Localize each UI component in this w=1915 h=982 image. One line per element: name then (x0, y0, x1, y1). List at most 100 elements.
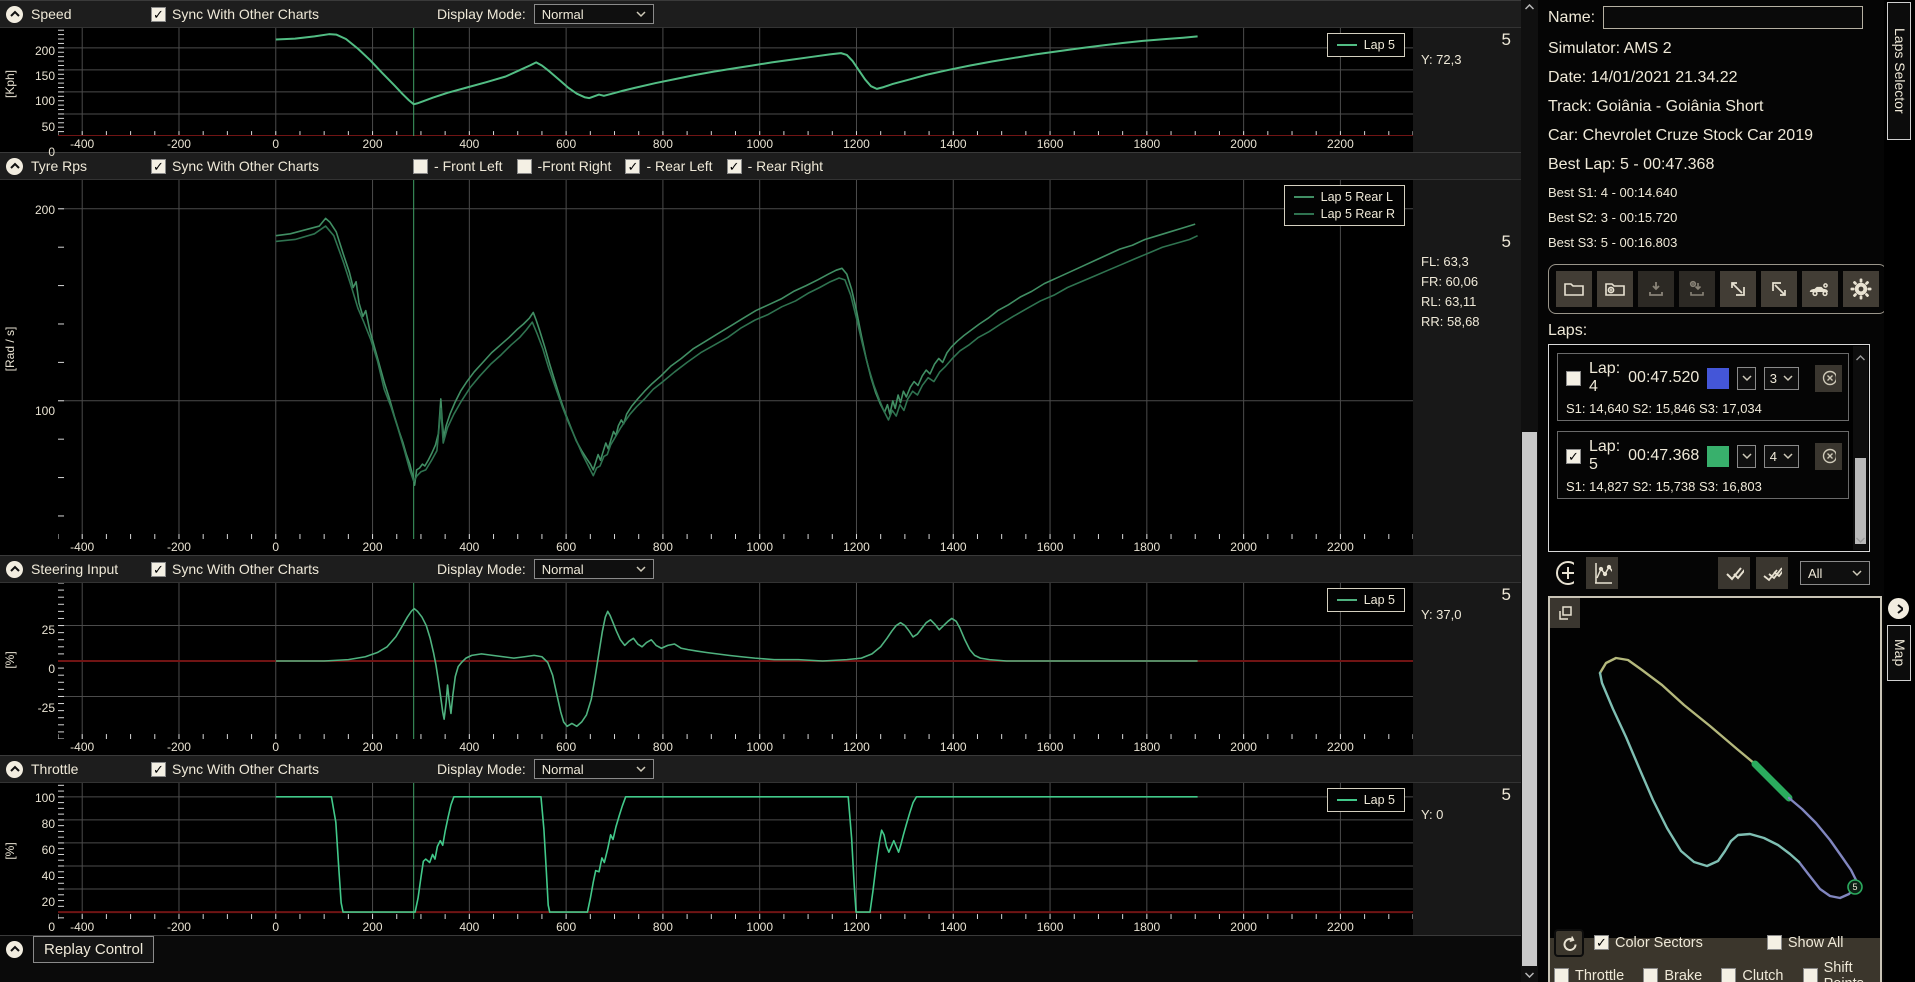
steering-display-mode-select[interactable]: Normal (534, 559, 654, 579)
collapse-throttle-icon[interactable] (6, 761, 23, 778)
brake-overlay-checkbox[interactable] (1643, 968, 1658, 982)
shift-points-checkbox[interactable] (1803, 968, 1818, 982)
x-tick-label: 600 (556, 740, 576, 754)
lap-delete-button[interactable] (1815, 365, 1842, 392)
tyre-rps-panel: Tyre Rps ✓ Sync With Other Charts - Fron… (0, 152, 1521, 555)
laps-list-scrollbar[interactable] (1853, 346, 1868, 550)
track-map[interactable]: 5 (1550, 598, 1880, 938)
sector-yellow (1600, 658, 1755, 764)
speed-display-mode-select[interactable]: Normal (534, 4, 654, 24)
collapse-replay-icon[interactable] (6, 941, 23, 958)
lap-delete-button[interactable] (1815, 443, 1842, 470)
lap-color-swatch[interactable] (1707, 446, 1729, 467)
wheel-checkbox-2[interactable]: ✓ (625, 159, 640, 174)
lap-label: Lap: 5 (1589, 438, 1620, 474)
replay-control-panel: Replay Control (0, 935, 1521, 982)
import-button-disabled (1638, 271, 1674, 307)
gear-icon (1849, 277, 1873, 301)
x-tick-label: 400 (459, 740, 479, 754)
legend-line-sample (1337, 599, 1357, 601)
map-reset-button[interactable] (1554, 929, 1584, 957)
tyre-chart[interactable]: Lap 5 Rear LLap 5 Rear R -400-2000200400… (58, 180, 1413, 555)
wheel-checkbox-1[interactable] (517, 159, 532, 174)
x-tick-label: 1400 (940, 740, 967, 754)
collapse-speed-icon[interactable] (6, 6, 23, 23)
wheel-checkbox-0[interactable] (413, 159, 428, 174)
legend-label: Lap 5 (1364, 38, 1395, 52)
y-tick-label: 40 (42, 869, 55, 883)
add-lap-button[interactable] (1548, 557, 1580, 589)
steering-panel: Steering Input ✓ Sync With Other Charts … (0, 555, 1521, 755)
scroll-down-icon[interactable] (1521, 968, 1538, 982)
open-folder-add-button[interactable] (1597, 271, 1633, 307)
steering-chart[interactable]: Lap 5 -400-20002004006008001000120014001… (58, 583, 1413, 755)
y-tick-label: 200 (35, 203, 55, 217)
main-scrollbar[interactable] (1521, 0, 1538, 982)
speed-chart[interactable]: Lap 5 -400-20002004006008001000120014001… (58, 28, 1413, 152)
throttle-sync-checkbox[interactable]: ✓ (151, 762, 166, 777)
throttle-sync-label: Sync With Other Charts (172, 761, 319, 777)
lap-offset-select[interactable]: 4 (1764, 445, 1799, 468)
map-panel: 5 ✓ Color Sectors Show All Throttle (1548, 596, 1882, 982)
lap-offset-select[interactable]: 3 (1764, 367, 1799, 390)
lap-color-swatch[interactable] (1707, 368, 1729, 389)
throttle-overlay-checkbox[interactable] (1554, 968, 1569, 982)
laps-scroll-down-icon[interactable] (1856, 530, 1865, 548)
scrollbar-thumb[interactable] (1522, 432, 1537, 966)
y-tick-label: 150 (35, 69, 55, 83)
laps-filter-select[interactable]: All (1800, 561, 1870, 585)
x-tick-label: 2000 (1230, 920, 1257, 934)
throttle-chart[interactable]: Lap 5 -400-20002004006008001000120014001… (58, 783, 1413, 935)
color-sectors-label: Color Sectors (1615, 935, 1703, 951)
lap-visible-checkbox[interactable]: ✓ (1566, 449, 1581, 464)
tab-laps-selector[interactable]: Laps Selector (1887, 2, 1911, 140)
throttle-lap-number: 5 (1421, 785, 1513, 805)
settings-button[interactable] (1843, 271, 1879, 307)
cursor-readout: FL: 63,3 (1421, 252, 1513, 272)
scroll-up-icon[interactable] (1521, 0, 1538, 14)
lap-visible-checkbox[interactable] (1566, 371, 1581, 386)
lap-color-dropdown[interactable] (1737, 367, 1755, 390)
check-all-laps-button[interactable] (1756, 557, 1788, 589)
collapse-steering-icon[interactable] (6, 561, 23, 578)
x-tick-label: 400 (459, 540, 479, 554)
name-input[interactable] (1603, 6, 1863, 29)
x-tick-label: -200 (167, 137, 191, 151)
x-tick-label: 800 (653, 540, 673, 554)
chart-options-button[interactable] (1586, 557, 1618, 589)
legend-line-sample (1294, 213, 1314, 215)
laps-scroll-up-icon[interactable] (1856, 348, 1865, 366)
import-selection-button[interactable] (1761, 271, 1797, 307)
throttle-panel: Throttle ✓ Sync With Other Charts Displa… (0, 755, 1521, 935)
map-collapse-button[interactable] (1888, 598, 1909, 619)
tab-map[interactable]: Map (1887, 625, 1911, 681)
x-tick-label: 800 (653, 920, 673, 934)
y-tick-label: 100 (35, 94, 55, 108)
show-all-checkbox[interactable] (1767, 935, 1782, 950)
throttle-y-axis: 020406080100 (20, 783, 58, 935)
lap-color-dropdown[interactable] (1737, 445, 1755, 468)
y-tick-label: 60 (42, 843, 55, 857)
name-label: Name: (1548, 9, 1595, 27)
car-setup-button[interactable] (1802, 271, 1838, 307)
check-all-button[interactable] (1718, 557, 1750, 589)
open-folder-button[interactable] (1556, 271, 1592, 307)
wheel-checkbox-3[interactable]: ✓ (727, 159, 742, 174)
wheel-checkbox-label: -Front Right (538, 158, 612, 174)
tyre-sync-checkbox[interactable]: ✓ (151, 159, 166, 174)
x-tick-label: 1200 (843, 920, 870, 934)
throttle-display-mode-select[interactable]: Normal (534, 759, 654, 779)
collapse-tyre-icon[interactable] (6, 158, 23, 175)
x-tick-label: 1400 (940, 540, 967, 554)
export-selection-button[interactable] (1720, 271, 1756, 307)
y-tick-label: 25 (42, 623, 55, 637)
steering-sync-checkbox[interactable]: ✓ (151, 562, 166, 577)
map-popout-button[interactable] (1550, 598, 1580, 628)
x-tick-label: 2000 (1230, 740, 1257, 754)
y-tick-label: 20 (42, 895, 55, 909)
legend-label: Lap 5 Rear L (1321, 190, 1393, 204)
speed-sync-checkbox[interactable]: ✓ (151, 7, 166, 22)
clutch-overlay-checkbox[interactable] (1721, 968, 1736, 982)
y-tick-label: 50 (42, 120, 55, 134)
color-sectors-checkbox[interactable]: ✓ (1594, 935, 1609, 950)
